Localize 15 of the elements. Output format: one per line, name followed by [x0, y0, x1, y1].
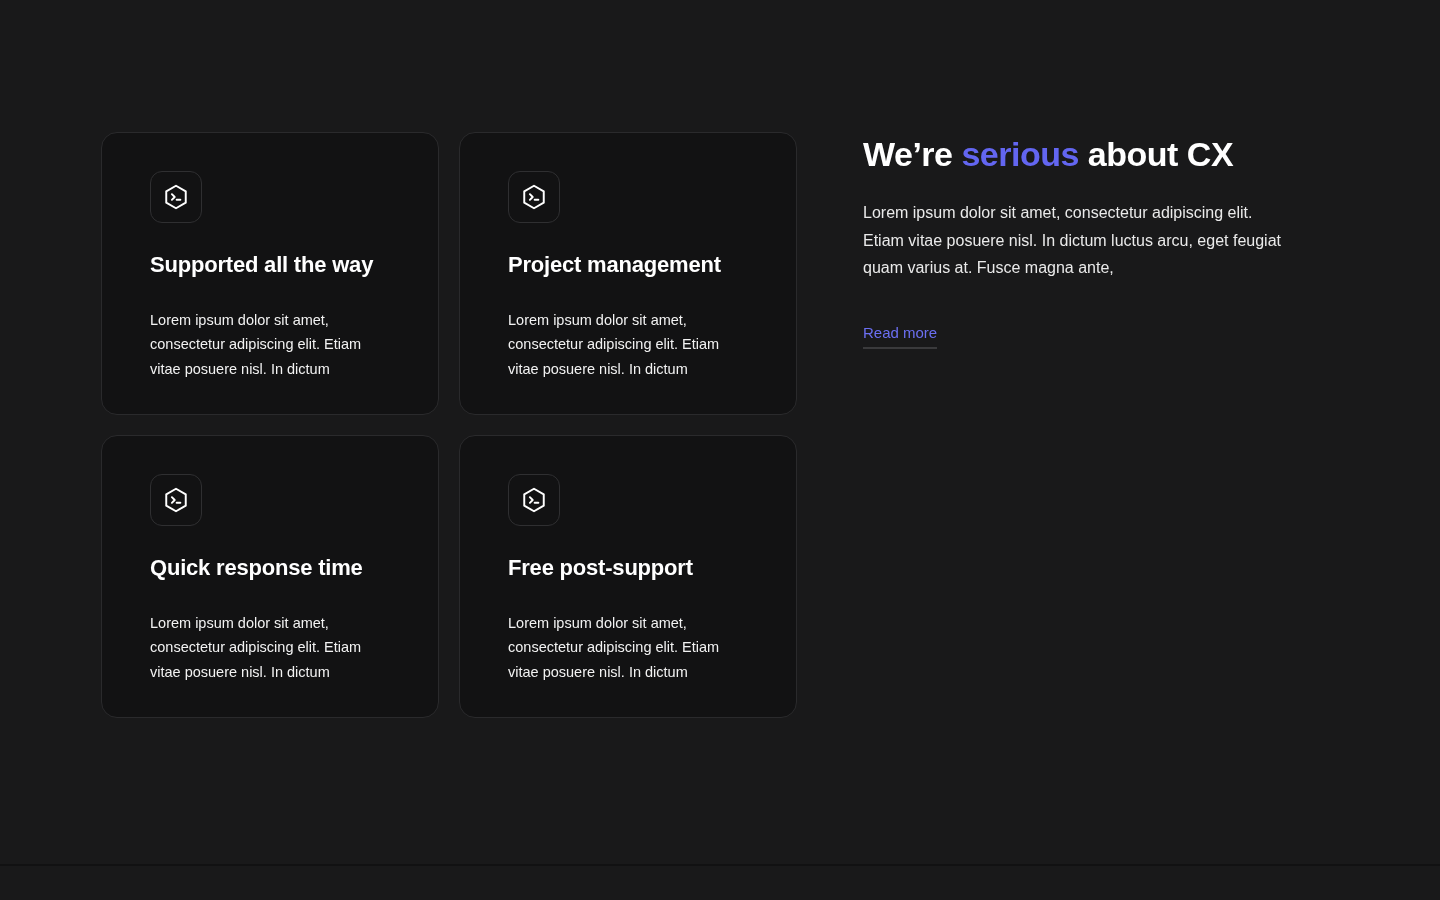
feature-title: Quick response time [150, 554, 364, 582]
hexagon-terminal-icon [508, 474, 560, 526]
section-heading: We’re serious about CX [863, 136, 1235, 174]
hexagon-terminal-icon [508, 171, 560, 223]
read-more-link[interactable]: Read more [863, 321, 938, 350]
hexagon-terminal-icon [150, 171, 202, 223]
feature-title: Free post-support [508, 554, 694, 582]
feature-description: Lorem ipsum dolor sit amet, consectetur adipiscing elit. Etiam vitae posuere nisl. In dictum [508, 310, 721, 379]
intro-paragraph: Lorem ipsum dolor sit amet, consectetur adipiscing elit. Etiam vitae posuere nisl. In dictum luctus arcu, eget feugiat quam varius at. Fusce magna ante, [863, 203, 1281, 279]
hexagon-terminal-icon [150, 474, 202, 526]
feature-title: Project management [508, 251, 722, 279]
feature-title: Supported all the way [150, 251, 375, 279]
feature-description: Lorem ipsum dolor sit amet, consectetur adipiscing elit. Etiam vitae posuere nisl. In dictum [508, 613, 721, 682]
feature-description: Lorem ipsum dolor sit amet, consectetur adipiscing elit. Etiam vitae posuere nisl. In dictum [150, 613, 363, 682]
feature-description: Lorem ipsum dolor sit amet, consectetur adipiscing elit. Etiam vitae posuere nisl. In dictum [150, 310, 363, 379]
